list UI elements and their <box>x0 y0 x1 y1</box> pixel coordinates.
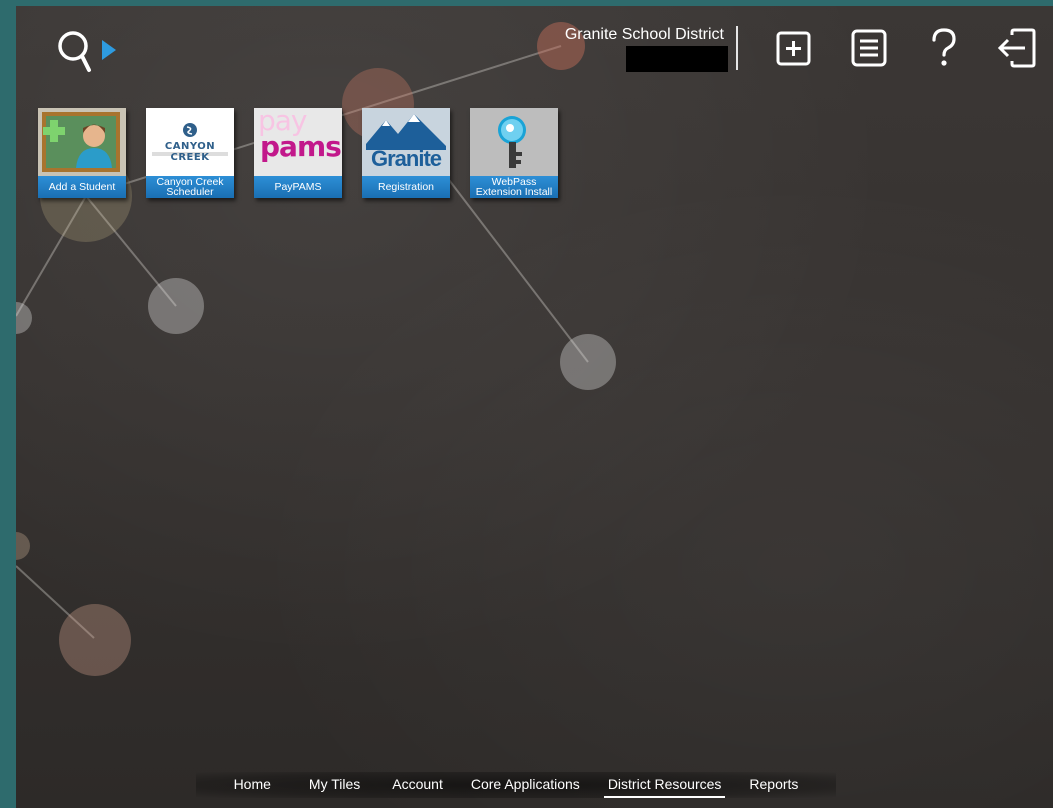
canyon-creek-logo-text: CANYON CREEK <box>164 141 216 163</box>
paypams-logo: pay pams <box>254 108 342 176</box>
app-background: Granite School District Add a Student CA… <box>16 6 1053 808</box>
list-menu-icon <box>851 29 887 67</box>
bottom-navigation: Home My Tiles Account Core Applications … <box>196 772 836 798</box>
help-question-icon <box>932 28 956 66</box>
nav-account[interactable]: Account <box>392 776 443 794</box>
tile-webpass-extension-install[interactable]: WebPass Extension Install <box>470 108 558 198</box>
help-button[interactable] <box>922 26 966 70</box>
nav-home[interactable]: Home <box>234 776 271 794</box>
logout-icon <box>997 28 1036 68</box>
logout-button[interactable] <box>996 26 1040 70</box>
add-tile-button[interactable] <box>772 26 816 70</box>
webpass-key-icon <box>470 108 558 176</box>
tile-registration[interactable]: Granite Registration <box>362 108 450 198</box>
canyon-creek-logo: CANYON CREEK <box>146 108 234 176</box>
nav-district-resources[interactable]: District Resources <box>603 776 725 798</box>
search-button[interactable] <box>54 28 124 78</box>
granite-logo-text: Granite <box>370 146 442 171</box>
paypams-logo-pams: pams <box>260 130 342 163</box>
nav-my-tiles[interactable]: My Tiles <box>309 776 360 794</box>
tile-paypams[interactable]: pay pams PayPAMS <box>254 108 342 198</box>
menu-button[interactable] <box>847 26 891 70</box>
search-icon <box>58 31 91 72</box>
play-arrow-icon <box>102 40 116 60</box>
tile-label: PayPAMS <box>274 181 322 193</box>
header-divider <box>736 26 738 70</box>
tile-label: Add a Student <box>48 181 116 193</box>
redacted-user-name <box>626 46 728 72</box>
tile-add-a-student[interactable]: Add a Student <box>38 108 126 198</box>
tile-label: Scheduler <box>166 186 214 198</box>
add-square-icon <box>776 31 811 66</box>
district-name: Granite School District <box>564 26 724 43</box>
tile-canyon-creek-scheduler[interactable]: CANYON CREEK Canyon Creek Scheduler <box>146 108 234 198</box>
nav-core-applications[interactable]: Core Applications <box>471 776 580 794</box>
granite-logo: Granite <box>362 108 450 176</box>
tile-label: Registration <box>377 181 435 193</box>
tile-label: Extension Install <box>475 186 553 198</box>
nav-reports[interactable]: Reports <box>749 776 798 794</box>
add-student-icon <box>38 108 126 176</box>
